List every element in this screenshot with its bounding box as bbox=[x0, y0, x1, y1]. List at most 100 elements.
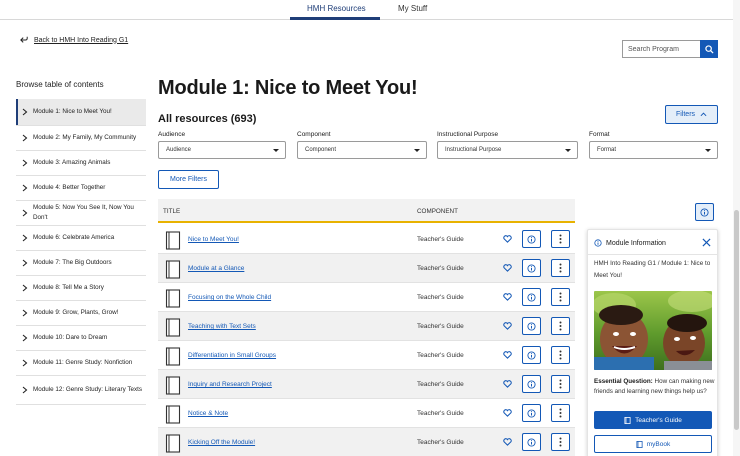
toc-item-label: Module 6: Celebrate America bbox=[33, 234, 115, 241]
more-options-button[interactable] bbox=[551, 346, 570, 364]
toc-item-module-9[interactable]: Module 9: Grow, Plants, Grow! bbox=[16, 301, 146, 326]
more-options-button[interactable] bbox=[551, 433, 570, 451]
info-icon bbox=[527, 379, 536, 389]
table-header: TITLE COMPONENT bbox=[158, 199, 575, 223]
resource-info-button[interactable] bbox=[522, 259, 541, 277]
module-breadcrumb: HMH Into Reading G1 / Module 1: Nice to … bbox=[594, 260, 711, 279]
resource-title-link[interactable]: Notice & Note bbox=[188, 410, 228, 417]
info-icon bbox=[527, 350, 536, 360]
toc-item-module-8[interactable]: Module 8: Tell Me a Story bbox=[16, 276, 146, 301]
search-button[interactable] bbox=[700, 40, 718, 58]
audience-select[interactable]: Audience bbox=[158, 141, 286, 159]
back-link-label: Back to HMH Into Reading G1 bbox=[34, 36, 129, 44]
toc-item-label: Module 8: Tell Me a Story bbox=[33, 284, 104, 291]
toc-item-module-11[interactable]: Module 11: Genre Study: Nonfiction bbox=[16, 351, 146, 376]
more-options-button[interactable] bbox=[551, 230, 570, 248]
book-icon bbox=[636, 440, 643, 448]
module-info-toggle-button[interactable] bbox=[695, 203, 714, 221]
search-icon bbox=[704, 44, 714, 54]
book-icon bbox=[165, 347, 181, 366]
table-row: Inquiry and Research Project Teacher's G… bbox=[158, 370, 575, 399]
close-icon[interactable] bbox=[702, 238, 711, 247]
resource-component: Teacher's Guide bbox=[417, 352, 464, 359]
resource-info-button[interactable] bbox=[522, 404, 541, 422]
panel-header: Module Information bbox=[594, 239, 666, 247]
more-options-button[interactable] bbox=[551, 259, 570, 277]
resource-info-button[interactable] bbox=[522, 433, 541, 451]
toc-item-module-12[interactable]: Module 12: Genre Study: Literary Texts bbox=[16, 376, 146, 405]
active-tab-indicator bbox=[290, 17, 380, 20]
format-select[interactable]: Format bbox=[589, 141, 718, 159]
toc-item-module-2[interactable]: Module 2: My Family, My Community bbox=[16, 126, 146, 151]
module-cover-photo bbox=[594, 291, 712, 370]
favorite-heart-icon[interactable] bbox=[503, 235, 512, 243]
toc-item-module-5[interactable]: Module 5: Now You See It, Now You Don't bbox=[16, 201, 146, 226]
resource-title-link[interactable]: Teaching with Text Sets bbox=[188, 323, 256, 330]
chevron-right-icon bbox=[22, 309, 28, 317]
resource-title-link[interactable]: Nice to Meet You! bbox=[188, 236, 239, 243]
component-select-value: Component bbox=[305, 147, 337, 153]
favorite-heart-icon[interactable] bbox=[503, 293, 512, 301]
favorite-heart-icon[interactable] bbox=[503, 264, 512, 272]
toc-title: Browse table of contents bbox=[16, 80, 104, 89]
column-header-component: COMPONENT bbox=[417, 208, 458, 215]
resource-info-button[interactable] bbox=[522, 230, 541, 248]
favorite-heart-icon[interactable] bbox=[503, 351, 512, 359]
toc-item-module-3[interactable]: Module 3: Amazing Animals bbox=[16, 151, 146, 176]
more-options-button[interactable] bbox=[551, 375, 570, 393]
toc-item-module-10[interactable]: Module 10: Dare to Dream bbox=[16, 326, 146, 351]
resource-info-button[interactable] bbox=[522, 375, 541, 393]
chevron-right-icon bbox=[22, 334, 28, 342]
chevron-up-icon bbox=[700, 112, 707, 117]
search-input[interactable] bbox=[622, 40, 700, 58]
more-options-button[interactable] bbox=[551, 404, 570, 422]
book-icon bbox=[165, 376, 181, 395]
more-options-button[interactable] bbox=[551, 317, 570, 335]
book-icon bbox=[165, 231, 181, 250]
panel-divider bbox=[588, 254, 717, 255]
kebab-menu-icon bbox=[559, 437, 562, 447]
chevron-right-icon bbox=[22, 359, 28, 367]
more-options-button[interactable] bbox=[551, 288, 570, 306]
chevron-right-icon bbox=[22, 134, 28, 142]
instructional-purpose-select[interactable]: Instructional Purpose bbox=[437, 141, 578, 159]
resource-info-button[interactable] bbox=[522, 317, 541, 335]
resource-title-link[interactable]: Kicking Off the Module! bbox=[188, 439, 255, 446]
filters-toggle-button[interactable]: Filters bbox=[665, 105, 718, 124]
component-select[interactable]: Component bbox=[297, 141, 427, 159]
resource-component: Teacher's Guide bbox=[417, 265, 464, 272]
favorite-heart-icon[interactable] bbox=[503, 322, 512, 330]
toc-item-module-1[interactable]: Module 1: Nice to Meet You! bbox=[16, 99, 146, 126]
more-filters-button[interactable]: More Filters bbox=[158, 170, 219, 189]
toc-item-module-6[interactable]: Module 6: Celebrate America bbox=[16, 226, 146, 251]
toc-item-label: Module 4: Better Together bbox=[33, 184, 106, 191]
panel-title: Module Information bbox=[606, 239, 666, 247]
favorite-heart-icon[interactable] bbox=[503, 409, 512, 417]
resource-info-button[interactable] bbox=[522, 346, 541, 364]
resource-info-button[interactable] bbox=[522, 288, 541, 306]
kebab-menu-icon bbox=[559, 408, 562, 418]
toc-item-module-7[interactable]: Module 7: The Big Outdoors bbox=[16, 251, 146, 276]
page-scrollbar[interactable] bbox=[733, 0, 740, 456]
resource-title-link[interactable]: Differentiation in Small Groups bbox=[188, 352, 276, 359]
resource-title-link[interactable]: Module at a Glance bbox=[188, 265, 244, 272]
resource-title-link[interactable]: Inquiry and Research Project bbox=[188, 381, 272, 388]
favorite-heart-icon[interactable] bbox=[503, 380, 512, 388]
mybook-button-label: myBook bbox=[646, 440, 671, 448]
teachers-guide-button[interactable]: Teacher's Guide bbox=[594, 411, 712, 429]
kebab-menu-icon bbox=[559, 263, 562, 273]
toc-item-label: Module 9: Grow, Plants, Grow! bbox=[33, 309, 119, 316]
format-select-value: Format bbox=[597, 147, 617, 153]
audience-select-value: Audience bbox=[166, 147, 192, 153]
scrollbar-thumb[interactable] bbox=[734, 210, 739, 430]
mybook-button[interactable]: myBook bbox=[594, 435, 712, 453]
table-row: Teaching with Text Sets Teacher's Guide bbox=[158, 312, 575, 341]
tab-hmh-resources[interactable]: HMH Resources bbox=[307, 4, 366, 13]
favorite-heart-icon[interactable] bbox=[503, 438, 512, 446]
resource-title-link[interactable]: Focusing on the Whole Child bbox=[188, 294, 271, 301]
chevron-right-icon bbox=[22, 108, 28, 116]
back-link[interactable]: Back to HMH Into Reading G1 bbox=[20, 36, 128, 44]
tab-my-stuff[interactable]: My Stuff bbox=[398, 4, 427, 13]
toc-item-module-4[interactable]: Module 4: Better Together bbox=[16, 176, 146, 201]
resource-component: Teacher's Guide bbox=[417, 381, 464, 388]
